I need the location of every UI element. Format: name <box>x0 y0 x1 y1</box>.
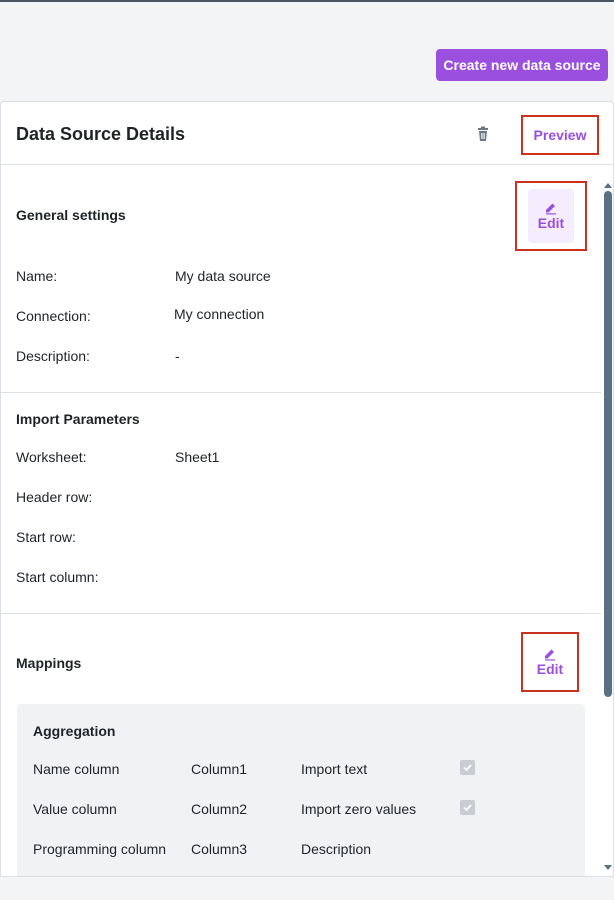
name-column-value: Column1 <box>191 761 248 777</box>
mappings-title: Mappings <box>16 655 82 671</box>
section-divider <box>1 392 601 393</box>
panel-title: Data Source Details <box>16 124 186 144</box>
general-settings-title: General settings <box>16 207 126 223</box>
programming-column-value: Column3 <box>191 841 248 857</box>
section-divider <box>1 613 601 614</box>
mappings-edit-button[interactable]: Edit <box>527 635 573 689</box>
header-row-label: Header row: <box>16 489 93 505</box>
panel-header: Data Source Details Preview <box>1 102 613 165</box>
general-edit-highlight: Edit <box>515 181 587 251</box>
mappings-edit-label: Edit <box>536 661 564 677</box>
description-option-label: Description <box>301 841 372 857</box>
check-icon <box>463 804 472 812</box>
value-column-value: Column2 <box>191 801 248 817</box>
value-column-label: Value column <box>33 801 117 817</box>
details-scroll-area: General settings Edit Name: My data sour… <box>1 166 613 876</box>
aggregation-box: Aggregation Name column Column1 Import t… <box>17 704 585 876</box>
page-bottom-strip <box>0 877 614 900</box>
worksheet-value: Sheet1 <box>175 449 220 465</box>
scroll-up-arrow-icon[interactable] <box>603 176 613 188</box>
connection-value: My connection <box>174 306 265 322</box>
name-label: Name: <box>16 268 58 284</box>
start-row-label: Start row: <box>16 529 76 545</box>
pencil-icon <box>546 203 556 215</box>
scrollbar-thumb[interactable] <box>604 191 612 697</box>
programming-column-label: Programming column <box>33 841 167 857</box>
worksheet-label: Worksheet: <box>16 449 87 465</box>
name-value: My data source <box>175 268 271 284</box>
description-value: - <box>175 348 180 364</box>
start-column-label: Start column: <box>16 569 99 585</box>
import-parameters-title: Import Parameters <box>16 411 140 427</box>
check-icon <box>463 764 472 772</box>
import-zero-values-checkbox[interactable] <box>460 800 475 815</box>
aggregation-title: Aggregation <box>33 723 116 739</box>
name-column-label: Name column <box>33 761 120 777</box>
pencil-icon <box>545 649 555 661</box>
import-text-label: Import text <box>301 761 368 777</box>
trash-icon[interactable] <box>475 126 491 142</box>
general-edit-button[interactable]: Edit <box>528 189 574 243</box>
scroll-down-arrow-icon[interactable] <box>603 859 613 870</box>
import-zero-values-label: Import zero values <box>301 801 417 817</box>
connection-label: Connection: <box>16 308 91 324</box>
preview-button[interactable]: Preview <box>521 115 599 155</box>
mappings-edit-highlight: Edit <box>521 632 579 692</box>
window-top-border <box>0 0 614 2</box>
general-edit-label: Edit <box>537 215 565 231</box>
create-data-source-button[interactable]: Create new data source <box>436 49 608 81</box>
import-text-checkbox[interactable] <box>460 760 475 775</box>
description-label: Description: <box>16 348 90 364</box>
data-source-details-panel: Data Source Details Preview General sett… <box>0 101 614 877</box>
